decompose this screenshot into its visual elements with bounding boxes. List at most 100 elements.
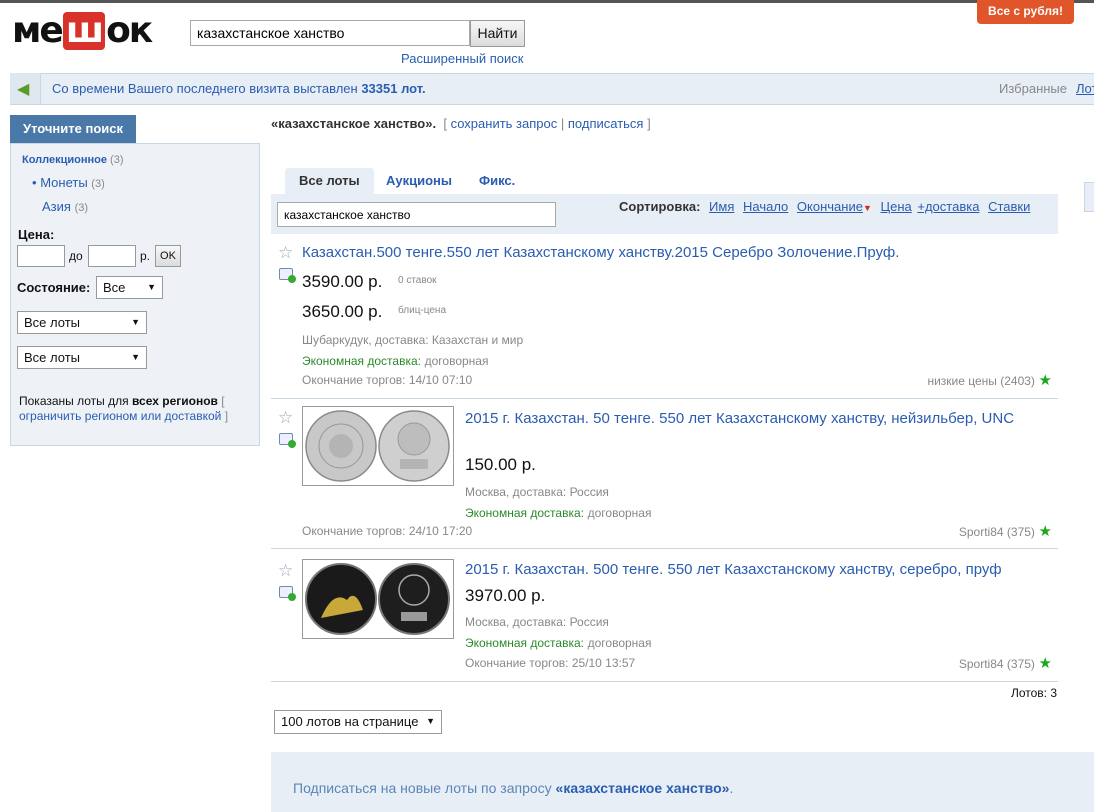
sort-delivery[interactable]: +доставка — [917, 199, 979, 214]
back-button[interactable]: ◀ — [10, 73, 41, 104]
last-visit-info: Со времени Вашего последнего визита выст… — [52, 81, 426, 96]
subscribe-line[interactable]: Подписаться на новые лоты по запросу «ка… — [293, 780, 733, 796]
delivery-value: договорная — [587, 636, 652, 650]
price-ok-button[interactable]: OK — [155, 245, 181, 267]
chevron-down-icon: ▼ — [131, 352, 140, 362]
state-select[interactable]: Все ▼ — [96, 276, 163, 299]
lot-buyout-price: 3650.00 р. — [302, 302, 383, 321]
watch-basket-icon[interactable] — [279, 433, 296, 448]
lot-bids-count: 0 ставок — [398, 275, 437, 286]
sort-start[interactable]: Начало — [743, 199, 788, 214]
info-lot-count: 33351 лот. — [361, 81, 426, 96]
chevron-down-icon: ▼ — [426, 716, 435, 726]
seller-name[interactable]: Sporti84 (375) — [959, 657, 1035, 671]
logo-bag-icon: ш — [62, 12, 106, 50]
coin-image — [305, 563, 450, 635]
lot-title-link[interactable]: 2015 г. Казахстан. 500 тенге. 550 лет Ка… — [465, 561, 1045, 578]
search-button[interactable]: Найти — [470, 20, 525, 47]
regions-text: Показаны лоты для — [19, 394, 129, 408]
lot-title-link[interactable]: 2015 г. Казахстан. 50 тенге. 550 лет Каз… — [465, 409, 1035, 429]
lot-buyout-label: блиц-цена — [398, 305, 447, 316]
tab-auctions[interactable]: Аукционы — [372, 168, 466, 194]
chevron-down-icon: ▼ — [131, 317, 140, 327]
limit-region-link[interactable]: ограничить регионом или доставкой — [19, 409, 221, 423]
lot-location: Москва, доставка: Россия — [465, 615, 609, 629]
lot-end-time: Окончание торгов: 25/10 13:57 — [465, 656, 636, 670]
tab-all-lots[interactable]: Все лоты — [285, 168, 374, 194]
lot-end-time: Окончание торгов: 14/10 07:10 — [302, 373, 473, 387]
subscribe-line-suffix: . — [729, 780, 734, 796]
delivery-value: договорная — [424, 354, 489, 368]
seller-name[interactable]: Sporti84 (375) — [959, 525, 1035, 539]
sort-name[interactable]: Имя — [709, 199, 734, 214]
tab-fixed[interactable]: Фикс. — [465, 168, 529, 194]
lot-price: 3590.00 р. — [302, 272, 383, 291]
lot-end-time: Окончание торгов: 24/10 17:20 — [302, 524, 473, 538]
sort-bids[interactable]: Ставки — [988, 199, 1030, 214]
price-to-input[interactable] — [88, 245, 136, 267]
logo-text-left: ме — [12, 9, 64, 51]
promo-button[interactable]: Все с рубля! — [977, 0, 1074, 24]
favorite-star-icon[interactable]: ☆ — [278, 243, 293, 263]
query-text: «казахстанское ханство». — [271, 116, 437, 131]
lots-filter-select-1[interactable]: Все лоты ▼ — [17, 311, 147, 334]
lots-filter-select-2[interactable]: Все лоты ▼ — [17, 346, 147, 369]
seller-rating-star-icon: ★ — [1038, 655, 1052, 672]
watch-basket-icon[interactable] — [279, 586, 296, 601]
search-input[interactable] — [190, 20, 470, 46]
category-link[interactable]: Коллекционное — [22, 154, 107, 166]
delivery-label: Экономная доставка: — [302, 354, 421, 368]
query-line: «казахстанское ханство». [ сохранить зап… — [271, 116, 651, 131]
refine-query-input[interactable] — [277, 202, 556, 227]
lot-thumbnail[interactable] — [302, 559, 454, 639]
favorites-label: Избранные — [999, 81, 1067, 96]
info-text-prefix: Со времени Вашего последнего визита выст… — [52, 81, 358, 96]
sort-price[interactable]: Цена — [880, 199, 911, 214]
subscribe-line-query: «казахстанское ханство» — [555, 780, 730, 796]
lot-price: 3970.00 р. — [465, 586, 546, 605]
price-to-label: до — [69, 249, 83, 263]
price-currency: р. — [140, 249, 151, 263]
favorites-lots-link[interactable]: Лот — [1076, 81, 1094, 96]
per-page-select[interactable]: 100 лотов на странице ▼ — [274, 710, 442, 734]
top-border — [0, 0, 1094, 3]
arrow-left-icon: ◀ — [17, 81, 30, 98]
seller-name[interactable]: низкие цены (2403) — [927, 374, 1034, 388]
delivery-label: Экономная доставка: — [465, 636, 584, 650]
side-scroll-tab — [1084, 182, 1094, 212]
per-page-value: 100 лотов на странице — [281, 714, 419, 729]
price-from-input[interactable] — [17, 245, 65, 267]
subsubcategory-link[interactable]: Азия — [42, 199, 71, 214]
lot-title-link[interactable]: Казахстан.500 тенге.550 лет Казахстанско… — [302, 244, 1042, 261]
state-select-value: Все — [103, 280, 126, 295]
watch-basket-icon[interactable] — [279, 268, 296, 283]
favorite-star-icon[interactable]: ☆ — [278, 561, 293, 581]
seller-rating-star-icon: ★ — [1038, 372, 1052, 389]
coin-image — [305, 410, 450, 482]
lot-location: Шубаркудук, доставка: Казахстан и мир — [302, 333, 524, 347]
bullet-icon: • — [32, 175, 37, 190]
lot-location: Москва, доставка: Россия — [465, 485, 609, 499]
subcategory-count: (3) — [91, 178, 105, 190]
advanced-search-link[interactable]: Расширенный поиск — [401, 51, 523, 66]
subsubcategory-count: (3) — [74, 202, 89, 214]
subcategory-item: • Монеты (3) — [32, 175, 105, 190]
subcategory-link[interactable]: Монеты — [40, 175, 87, 190]
seller-rating-star-icon: ★ — [1038, 523, 1052, 540]
site-logo[interactable]: ме ш ок — [12, 9, 153, 51]
sort-desc-icon: ▼ — [862, 203, 872, 213]
price-label: Цена: — [18, 227, 55, 242]
sort-end[interactable]: Окончание — [797, 199, 863, 214]
lot-seller: низкие цены (2403) ★ — [927, 371, 1052, 389]
save-query-link[interactable]: сохранить запрос — [451, 116, 558, 131]
lot-delivery: Экономная доставка: договорная — [465, 505, 651, 520]
category-item: Коллекционное (3) — [22, 154, 124, 166]
lot-delivery: Экономная доставка: договорная — [302, 353, 488, 368]
state-label: Состояние: — [17, 280, 91, 295]
logo-text-right: ок — [106, 9, 153, 51]
refine-search-header: Уточните поиск — [10, 115, 136, 143]
regions-bold-2: регионов — [162, 394, 218, 408]
favorite-star-icon[interactable]: ☆ — [278, 408, 293, 428]
lot-thumbnail[interactable] — [302, 406, 454, 486]
subscribe-link[interactable]: подписаться — [568, 116, 644, 131]
